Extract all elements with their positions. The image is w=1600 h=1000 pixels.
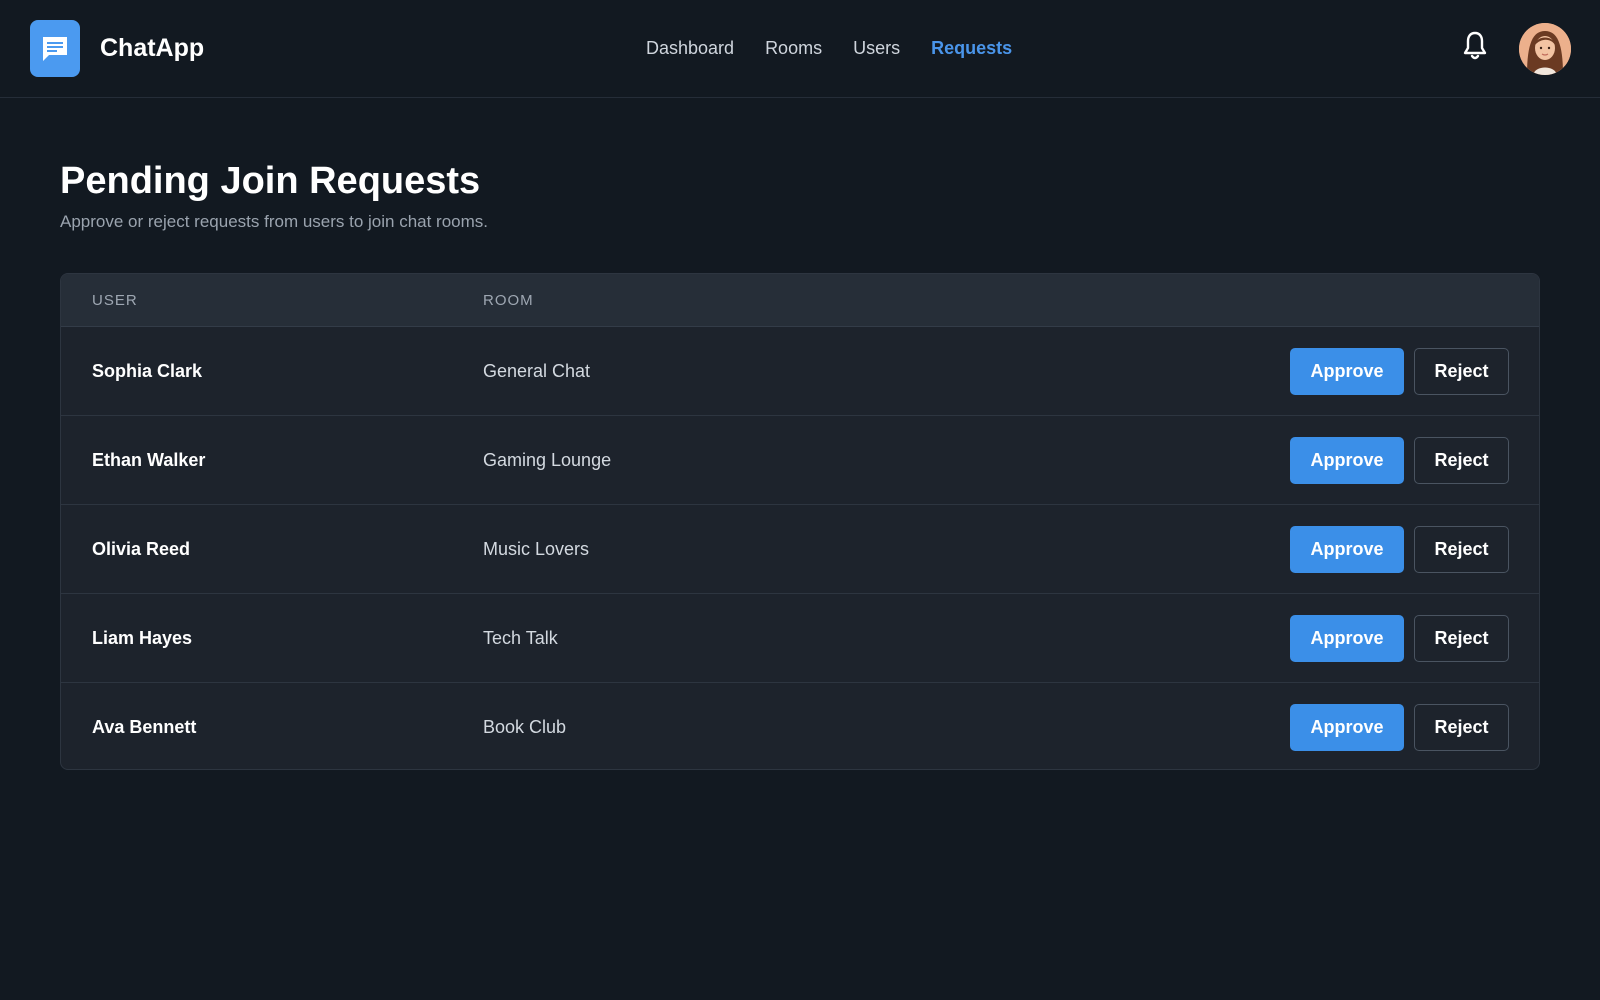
column-header-room: ROOM: [483, 292, 534, 309]
page-subtitle: Approve or reject requests from users to…: [60, 212, 489, 231]
bell-icon[interactable]: [1461, 30, 1489, 62]
page-title: Pending Join Requests: [60, 160, 481, 202]
row-room-name: General Chat: [483, 361, 591, 381]
nav-link-dashboard[interactable]: Dashboard: [646, 34, 734, 62]
row-room-name: Music Lovers: [483, 539, 590, 559]
column-header-user: USER: [92, 292, 138, 309]
row-user-name: Sophia Clark: [92, 361, 203, 381]
table-row: Liam Hayes Tech Talk Approve Reject: [61, 594, 1539, 683]
app-name[interactable]: ChatApp: [100, 30, 204, 66]
requests-table: USER ROOM Sophia Clark General Chat Appr…: [60, 273, 1540, 770]
row-user-name: Ethan Walker: [92, 450, 206, 470]
nav-link-rooms[interactable]: Rooms: [765, 34, 822, 62]
table-row: Sophia Clark General Chat Approve Reject: [61, 327, 1539, 416]
reject-button[interactable]: Reject: [1414, 615, 1509, 662]
row-room-name: Tech Talk: [483, 628, 558, 648]
row-actions: Approve Reject: [1290, 348, 1509, 395]
approve-button[interactable]: Approve: [1290, 348, 1404, 395]
approve-button[interactable]: Approve: [1290, 526, 1404, 573]
nav-link-requests[interactable]: Requests: [931, 34, 1012, 62]
row-actions: Approve Reject: [1290, 704, 1509, 751]
main-nav: Dashboard Rooms Users Requests: [646, 34, 1012, 62]
table-row: Olivia Reed Music Lovers Approve Reject: [61, 505, 1539, 594]
row-actions: Approve Reject: [1290, 615, 1509, 662]
reject-button[interactable]: Reject: [1414, 348, 1509, 395]
row-user-name: Liam Hayes: [92, 628, 193, 648]
table-header: USER ROOM: [61, 274, 1539, 327]
reject-button[interactable]: Reject: [1414, 437, 1509, 484]
row-user-name: Olivia Reed: [92, 539, 191, 559]
table-row: Ava Bennett Book Club Approve Reject: [61, 683, 1539, 769]
approve-button[interactable]: Approve: [1290, 704, 1404, 751]
row-room-name: Book Club: [483, 717, 567, 737]
reject-button[interactable]: Reject: [1414, 526, 1509, 573]
row-user-name: Ava Bennett: [92, 717, 197, 737]
row-room-name: Gaming Lounge: [483, 450, 612, 470]
top-navbar: ChatApp Dashboard Rooms Users Requests: [0, 0, 1600, 98]
row-actions: Approve Reject: [1290, 437, 1509, 484]
row-actions: Approve Reject: [1290, 526, 1509, 573]
reject-button[interactable]: Reject: [1414, 704, 1509, 751]
nav-link-users[interactable]: Users: [853, 34, 900, 62]
approve-button[interactable]: Approve: [1290, 615, 1404, 662]
table-row: Ethan Walker Gaming Lounge Approve Rejec…: [61, 416, 1539, 505]
chat-bubble-glyph: [43, 36, 67, 61]
user-avatar[interactable]: [1519, 23, 1571, 75]
chat-bubble-icon[interactable]: [30, 20, 80, 77]
approve-button[interactable]: Approve: [1290, 437, 1404, 484]
